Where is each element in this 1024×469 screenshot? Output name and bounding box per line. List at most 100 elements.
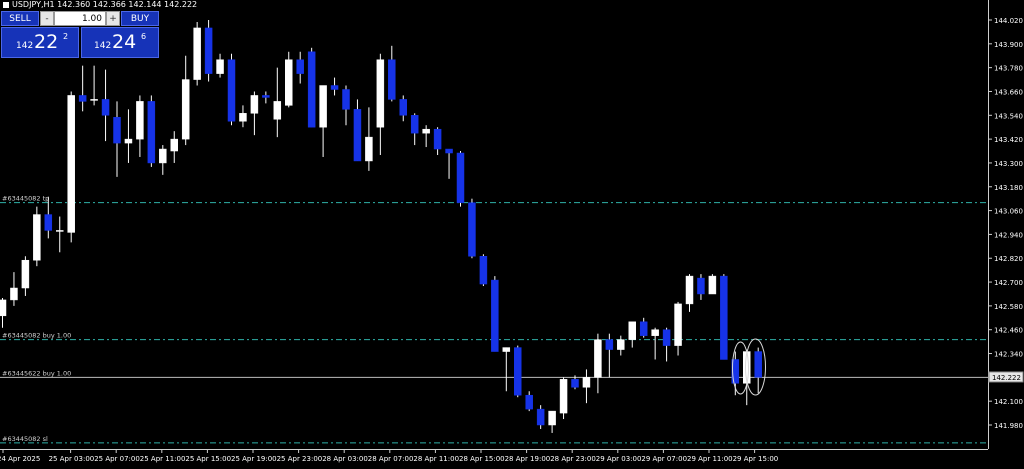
candle-body	[56, 230, 64, 232]
candle-body	[697, 277, 705, 295]
candle-body	[410, 115, 419, 134]
level-label: #63445082 buy 1.00	[2, 332, 71, 340]
current-price-label: 142.222	[992, 374, 1021, 382]
candle-body	[250, 95, 259, 114]
candle-body	[159, 148, 167, 164]
price-tick-label: 142.940	[994, 231, 1023, 239]
candle-body	[548, 410, 556, 426]
sell-button[interactable]: SELL	[1, 11, 39, 26]
lot-decrease-button[interactable]: -	[40, 11, 54, 26]
candle-body	[307, 51, 316, 128]
price-tick-label: 142.460	[994, 327, 1023, 335]
sell-price-pip: 2	[63, 32, 69, 41]
time-tick-label: 28 Apr 15:00	[459, 455, 505, 463]
buy-price-button[interactable]: 142 24 6	[81, 27, 159, 58]
candle-body	[525, 394, 533, 410]
candle-body	[617, 339, 625, 350]
candle-body	[708, 275, 717, 295]
candle-body	[628, 321, 636, 340]
time-tick-label: 25 Apr 07:00	[94, 455, 140, 463]
time-tick-label: 29 Apr 11:00	[687, 455, 733, 463]
buy-price-pip: 6	[141, 32, 147, 41]
candle-body	[456, 152, 465, 203]
candle-body	[101, 99, 110, 116]
candle-body	[388, 59, 396, 100]
candle-body	[136, 101, 144, 140]
candle-body	[78, 95, 87, 102]
candle-body	[674, 303, 682, 346]
candle-body	[376, 59, 385, 128]
time-tick-label: 25 Apr 15:00	[185, 455, 231, 463]
time-tick-label: 28 Apr 03:00	[322, 455, 368, 463]
buy-price-prefix: 142	[94, 41, 112, 51]
price-tick-label: 143.900	[994, 41, 1023, 49]
price-tick-label: 143.060	[994, 208, 1023, 216]
price-tick-label: 143.180	[994, 184, 1023, 192]
candle-body	[147, 101, 156, 164]
candle-body	[285, 59, 293, 106]
candle-body	[67, 95, 75, 233]
level-label: #63445082 tp	[2, 195, 49, 203]
price-tick-label: 143.540	[994, 112, 1023, 120]
price-tick-label: 142.700	[994, 279, 1023, 287]
time-tick-label: 25 Apr 19:00	[231, 455, 277, 463]
time-tick-label: 28 Apr 23:00	[550, 455, 596, 463]
level-label: #63445622 buy 1.00	[2, 369, 71, 377]
level-label: #63445082 sl	[2, 435, 48, 443]
lot-increase-button[interactable]: +	[106, 11, 120, 26]
candle-body	[491, 279, 499, 352]
time-tick-label: 28 Apr 07:00	[368, 455, 414, 463]
candle-body	[124, 138, 133, 144]
current-price-marker: 142.222	[988, 371, 1024, 383]
candle-body	[330, 85, 339, 90]
candle-body	[273, 101, 282, 120]
candle-body	[468, 202, 476, 257]
candle-body	[227, 59, 236, 122]
time-tick-label: 25 Apr 03:00	[49, 455, 95, 463]
sell-price-prefix: 142	[16, 41, 34, 51]
sell-price-main: 22	[34, 31, 59, 53]
price-tick-label: 143.780	[994, 65, 1023, 73]
buy-button[interactable]: BUY	[121, 11, 159, 26]
candle-body	[262, 95, 270, 98]
lot-size-input[interactable]: 1.00	[54, 11, 106, 26]
price-tick-label: 144.020	[994, 17, 1023, 25]
candle-body	[193, 27, 201, 80]
time-tick-label: 29 Apr 15:00	[733, 455, 779, 463]
candle-body	[720, 275, 728, 360]
time-tick-label: 25 Apr 11:00	[140, 455, 186, 463]
candle-body	[662, 329, 671, 346]
candle-body	[651, 329, 659, 336]
price-tick-label: 142.340	[994, 351, 1023, 359]
price-tick-label: 143.660	[994, 88, 1023, 96]
candle-body	[559, 379, 568, 414]
one-click-trading-panel: SELL - 1.00 + BUY 142 22 2 142 24 6	[1, 11, 159, 58]
time-tick-label: 25 Apr 23:00	[277, 455, 323, 463]
time-tick-label: 24 Apr 2025	[0, 455, 40, 463]
candle-body	[216, 59, 224, 74]
candle-body	[170, 138, 178, 152]
price-chart[interactable]: #63445082 tp #63445082 buy 1.00 #63445622 …	[0, 0, 1024, 469]
candle-body	[181, 79, 190, 140]
time-tick-label: 29 Apr 03:00	[596, 455, 642, 463]
candle-body	[685, 275, 694, 305]
price-tick-label: 142.580	[994, 303, 1023, 311]
candle-body	[502, 347, 511, 352]
candle-body	[365, 136, 373, 162]
candle-body	[536, 408, 545, 426]
sell-price-button[interactable]: 142 22 2	[1, 27, 79, 58]
time-tick-label: 28 Apr 19:00	[505, 455, 551, 463]
candle-body	[639, 321, 648, 336]
price-tick-label: 143.300	[994, 160, 1023, 168]
time-tick-label: 29 Apr 07:00	[641, 455, 687, 463]
price-tick-label: 143.420	[994, 136, 1023, 144]
price-tick-label: 142.100	[994, 398, 1023, 406]
symbol-line: USDJPY,H1 142.360 142.366 142.144 142.22…	[12, 0, 198, 9]
price-tick-label: 142.820	[994, 255, 1023, 263]
candle-body	[319, 85, 327, 128]
candle-body	[582, 377, 591, 388]
candle-body	[33, 214, 41, 261]
candle-body	[445, 148, 453, 154]
candle-body	[239, 113, 247, 122]
candle-body	[353, 109, 362, 162]
